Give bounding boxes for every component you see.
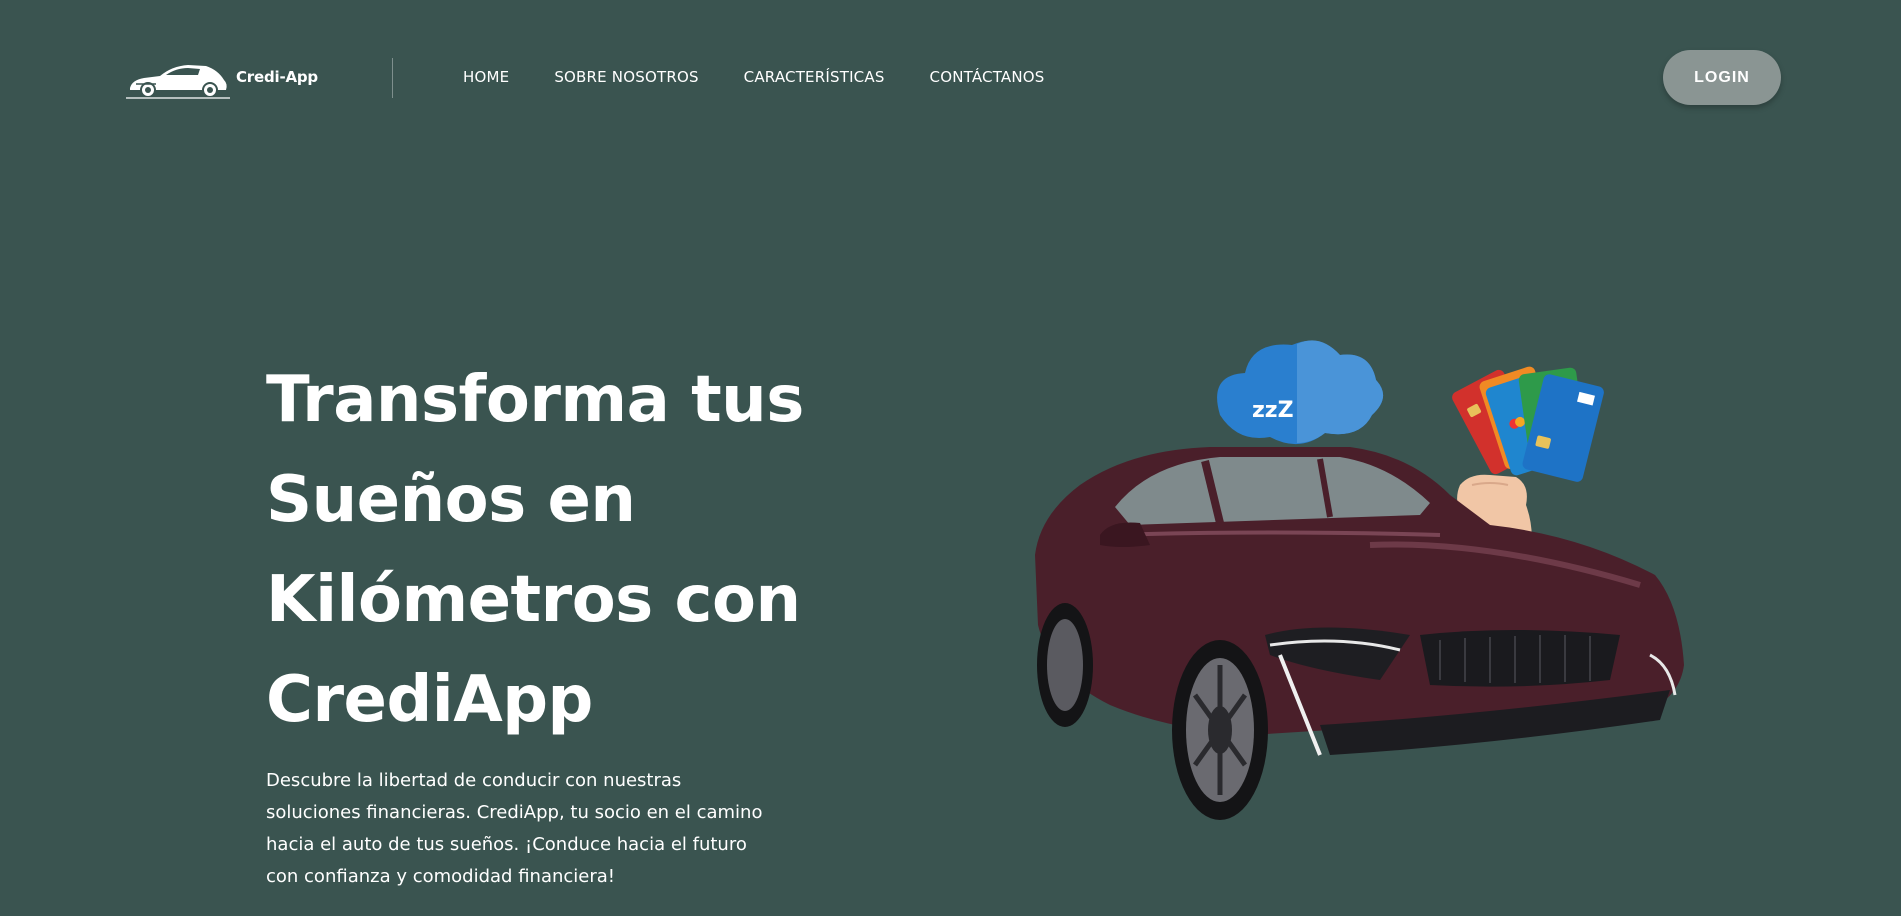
hero-title-line: CrediApp	[266, 663, 593, 737]
hero-description: Descubre la libertad de conducir con nue…	[266, 770, 763, 887]
logo[interactable]: Credi-App	[126, 54, 318, 100]
logo-text: Credi-App	[236, 68, 318, 86]
nav-item-caracteristicas[interactable]: CARACTERÍSTICAS	[744, 68, 885, 86]
car-icon	[1035, 447, 1684, 820]
car-logo-icon	[126, 65, 230, 99]
hero-title: Transforma tus Sueños en Kilómetros con …	[266, 350, 826, 750]
login-button[interactable]: LOGIN	[1663, 50, 1781, 105]
header-divider	[392, 58, 393, 98]
nav-item-sobre-nosotros[interactable]: SOBRE NOSOTROS	[554, 68, 698, 86]
nav-item-home[interactable]: HOME	[463, 68, 509, 86]
main-nav: HOME SOBRE NOSOTROS CARACTERÍSTICAS CONT…	[463, 68, 1090, 86]
nav-item-contactanos[interactable]: CONTÁCTANOS	[930, 68, 1045, 86]
hero-title-line: Transforma tus	[266, 363, 804, 437]
hero-title-line: Sueños en	[266, 463, 636, 537]
car-with-credit-cards-illustration: zzZ	[1035, 340, 1684, 820]
thought-cloud-text: zzZ	[1252, 398, 1294, 423]
hero-title-line: Kilómetros con	[266, 563, 801, 637]
landing-page: Credi-App HOME SOBRE NOSOTROS CARACTERÍS…	[0, 0, 1901, 916]
